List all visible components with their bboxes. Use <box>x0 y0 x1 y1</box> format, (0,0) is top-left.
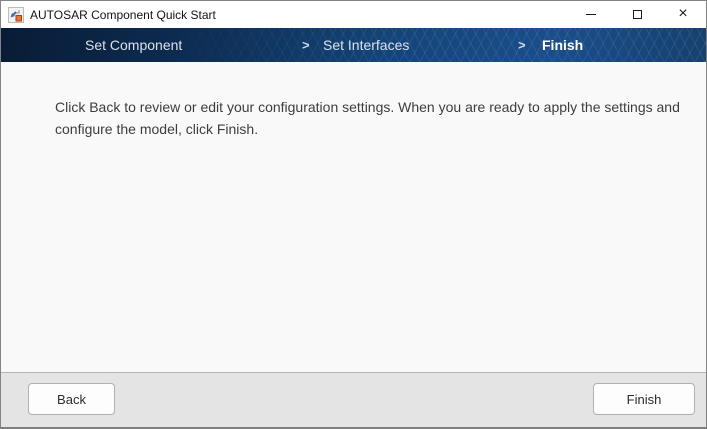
minimize-icon <box>586 14 596 15</box>
content-area: Click Back to review or edit your config… <box>1 62 706 372</box>
simulink-model-icon <box>8 7 24 23</box>
window-controls: × <box>568 1 706 28</box>
step-set-component: Set Component <box>85 37 182 53</box>
step-separator-icon: > <box>302 38 310 53</box>
step-finish: Finish <box>542 37 583 53</box>
title-bar: AUTOSAR Component Quick Start × <box>1 1 706 28</box>
close-button[interactable]: × <box>660 1 706 28</box>
wizard-window: AUTOSAR Component Quick Start × Set Comp… <box>0 0 707 429</box>
minimize-button[interactable] <box>568 1 614 28</box>
finish-button[interactable]: Finish <box>593 383 695 415</box>
wizard-steps-bar: Set Component > Set Interfaces > Finish <box>1 28 706 62</box>
close-icon: × <box>678 6 687 22</box>
maximize-button[interactable] <box>614 1 660 28</box>
back-button[interactable]: Back <box>28 383 115 415</box>
instructions-text: Click Back to review or edit your config… <box>55 96 703 140</box>
window-title: AUTOSAR Component Quick Start <box>30 8 216 22</box>
step-separator-icon: > <box>518 38 526 53</box>
step-set-interfaces: Set Interfaces <box>323 37 409 53</box>
footer-bar: Back Finish <box>1 372 706 427</box>
maximize-icon <box>633 10 642 19</box>
